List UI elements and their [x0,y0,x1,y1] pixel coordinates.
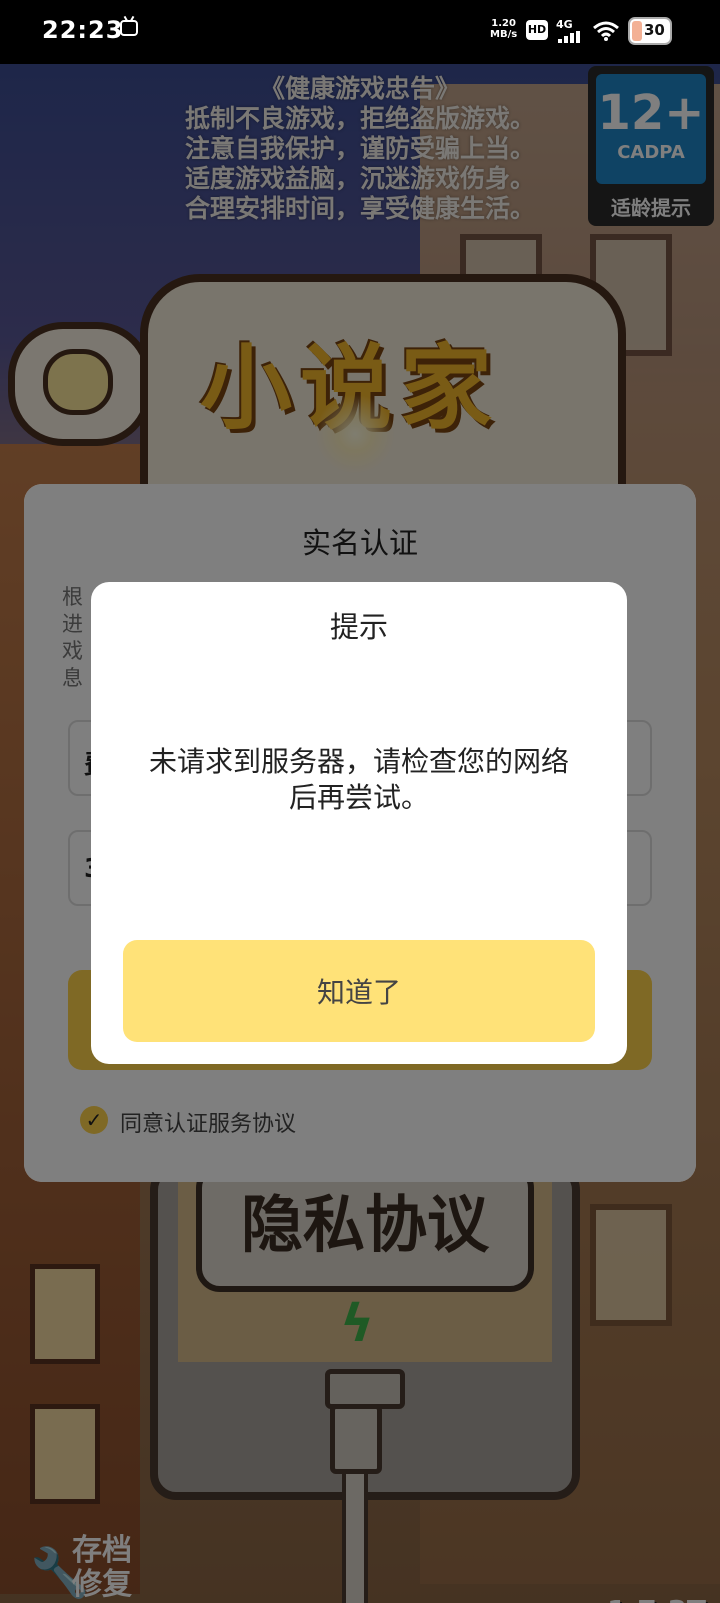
battery-level: 30 [644,21,665,39]
tv-app-icon [120,20,138,36]
dialog-message: 未请求到服务器，请检查您的网络后再尝试。 [148,745,569,814]
network-speed-unit: MB/s [490,29,518,40]
network-speed-value: 1.20 [491,18,516,29]
signal-icon [558,31,586,43]
ok-button[interactable]: 知道了 [123,940,595,1042]
network-type: 4G [556,18,573,31]
alert-dialog: 提示 未请求到服务器，请检查您的网络后再尝试。 知道了 [91,582,627,1064]
status-bar: 22:23 1.20 MB/s HD 4G 30 [0,0,720,64]
battery-icon: 30 [628,17,672,45]
hd-icon: HD [526,20,548,40]
dialog-title: 提示 [329,610,388,644]
status-time: 22:23 [42,16,124,44]
network-speed: 1.20 MB/s [490,18,517,40]
wifi-icon [593,21,619,41]
